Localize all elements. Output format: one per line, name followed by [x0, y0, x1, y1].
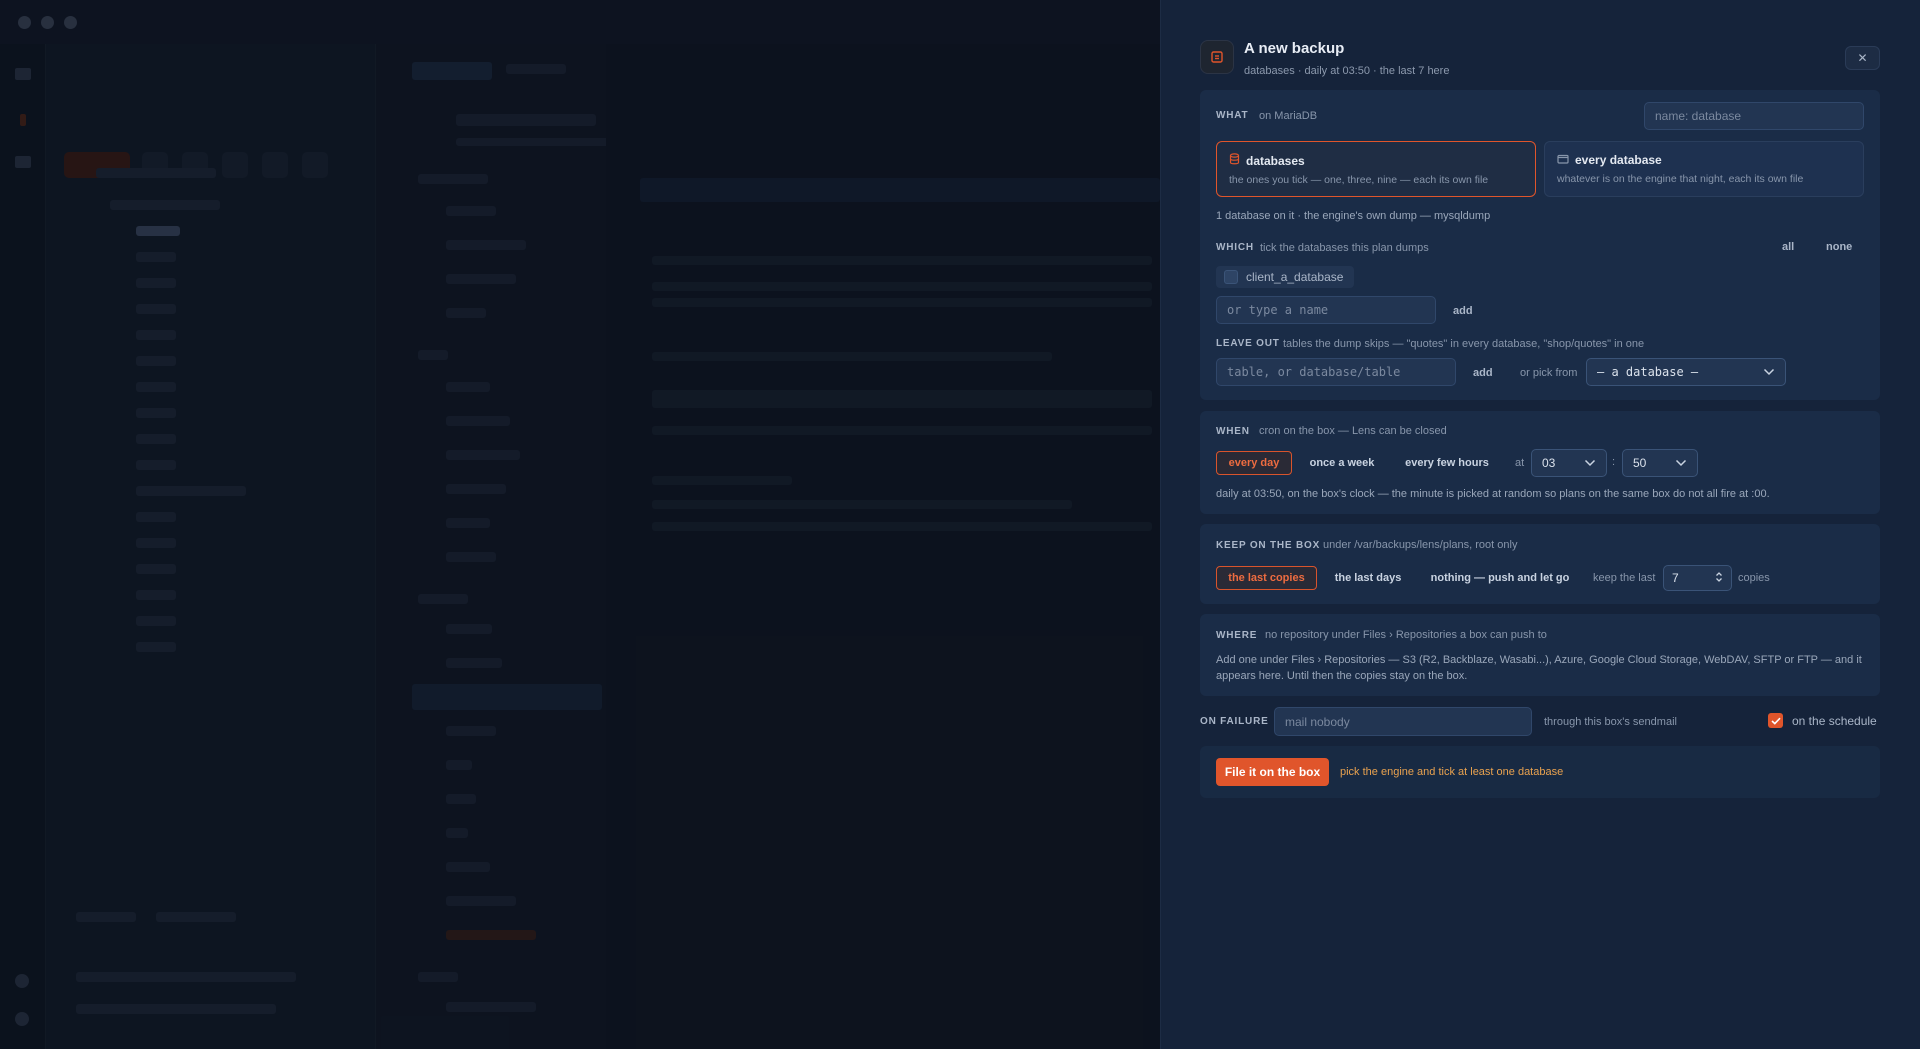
where-label: WHERE	[1216, 630, 1258, 641]
schedule-every-few-hours[interactable]: every few hours	[1394, 451, 1500, 475]
retention-nothing[interactable]: nothing — push and let go	[1422, 566, 1578, 590]
add-database-button[interactable]: add	[1453, 305, 1473, 317]
pick-from-label: or pick from	[1520, 367, 1578, 379]
copies-stepper[interactable]: 7	[1663, 565, 1732, 591]
archive-icon	[1200, 40, 1234, 74]
chevron-down-icon	[1584, 456, 1596, 470]
which-hint: tick the databases this plan dumps	[1260, 242, 1429, 254]
minute-select[interactable]: 50	[1622, 449, 1698, 477]
where-note-line1: Add one under Files › Repositories — S3 …	[1216, 654, 1862, 666]
schedule-once-a-week[interactable]: once a week	[1300, 451, 1384, 475]
leave-out-hint: tables the dump skips — "quotes" in ever…	[1283, 338, 1645, 350]
failure-mail-input[interactable]	[1274, 707, 1532, 736]
close-button[interactable]: ✕	[1845, 46, 1880, 70]
when-label: WHEN	[1216, 426, 1250, 437]
modal-backdrop[interactable]	[0, 0, 1160, 1049]
copies-value: 7	[1672, 571, 1679, 585]
plan-name-input[interactable]	[1644, 102, 1864, 130]
time-separator: :	[1612, 456, 1616, 468]
on-failure-label: ON FAILURE	[1200, 716, 1269, 727]
folder-icon	[1557, 153, 1569, 167]
where-hint: no repository under Files › Repositories…	[1265, 629, 1547, 641]
chevron-down-icon	[1675, 456, 1687, 470]
database-icon	[1229, 153, 1240, 168]
check-icon	[1770, 717, 1781, 725]
option-databases-title: databases	[1246, 153, 1305, 168]
option-every-database-sub: whatever is on the engine that night, ea…	[1557, 173, 1804, 185]
which-label: WHICH	[1216, 242, 1254, 253]
copies-unit-label: copies	[1738, 572, 1770, 584]
database-checkbox-item[interactable]: client_a_database	[1216, 266, 1354, 288]
drawer-title: A new backup	[1244, 40, 1345, 57]
background-app	[0, 0, 1160, 1049]
exclude-table-input[interactable]	[1216, 358, 1456, 386]
what-hint: on MariaDB	[1259, 110, 1318, 122]
keep-label: KEEP ON THE BOX	[1216, 540, 1321, 551]
type-database-input[interactable]	[1216, 296, 1436, 324]
keep-hint: under /var/backups/lens/plans, root only	[1323, 539, 1518, 551]
keep-last-label: keep the last	[1593, 572, 1656, 584]
option-every-database[interactable]: every database whatever is on the engine…	[1544, 141, 1864, 197]
select-none-button[interactable]: none	[1826, 241, 1852, 253]
add-exclusion-button[interactable]: add	[1473, 367, 1493, 379]
when-hint: cron on the box — Lens can be closed	[1259, 425, 1447, 437]
drawer-subtitle: databases · daily at 03:50 · the last 7 …	[1244, 65, 1450, 77]
minute-value: 50	[1633, 456, 1647, 470]
database-checkbox[interactable]	[1224, 270, 1238, 284]
close-icon: ✕	[1857, 51, 1868, 65]
on-schedule-label: on the schedule	[1792, 714, 1877, 728]
keep-card	[1200, 524, 1880, 604]
database-name: client_a_database	[1246, 270, 1344, 284]
on-schedule-checkbox[interactable]	[1768, 713, 1783, 728]
database-select-value: — a database —	[1597, 365, 1699, 379]
retention-last-days[interactable]: the last days	[1325, 566, 1411, 590]
select-all-button[interactable]: all	[1782, 241, 1794, 253]
retention-last-copies[interactable]: the last copies	[1216, 566, 1317, 590]
option-databases[interactable]: databases the ones you tick — one, three…	[1216, 141, 1536, 197]
leave-out-label: LEAVE OUT	[1216, 338, 1280, 349]
schedule-every-day[interactable]: every day	[1216, 451, 1292, 475]
where-note-line2: appears here. Until then the copies stay…	[1216, 670, 1468, 682]
option-every-database-title: every database	[1575, 153, 1662, 167]
hour-select[interactable]: 03	[1531, 449, 1607, 477]
schedule-note: daily at 03:50, on the box's clock — the…	[1216, 488, 1770, 500]
sendmail-label: through this box's sendmail	[1544, 716, 1677, 728]
database-select[interactable]: — a database —	[1586, 358, 1786, 386]
what-label: WHAT	[1216, 110, 1249, 121]
engine-info: 1 database on it · the engine's own dump…	[1216, 210, 1491, 222]
file-it-button[interactable]: File it on the box	[1216, 758, 1329, 786]
at-label: at	[1515, 457, 1525, 469]
option-databases-sub: the ones you tick — one, three, nine — e…	[1229, 174, 1489, 186]
validation-warning: pick the engine and tick at least one da…	[1340, 766, 1564, 778]
hour-value: 03	[1542, 456, 1556, 470]
stepper-arrows-icon[interactable]	[1715, 571, 1723, 586]
chevron-down-icon	[1763, 365, 1775, 379]
